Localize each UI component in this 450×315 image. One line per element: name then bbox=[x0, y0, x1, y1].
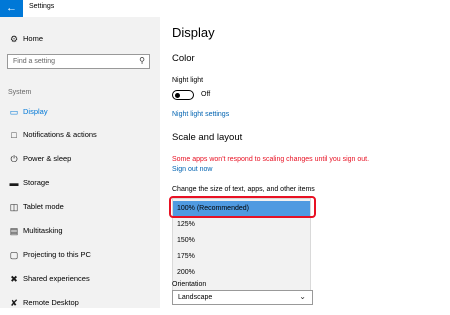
scaling-warning: Some apps won't respond to scaling chang… bbox=[172, 156, 370, 163]
night-light-label: Night light bbox=[172, 77, 204, 84]
back-button[interactable]: ← bbox=[0, 0, 23, 17]
night-light-toggle[interactable] bbox=[172, 90, 194, 100]
title-bar: ← Settings bbox=[0, 0, 450, 17]
toggle-knob bbox=[175, 92, 180, 98]
section-label: System bbox=[8, 89, 32, 96]
sidebar-item-notifications[interactable]: □ Notifications & actions bbox=[0, 125, 160, 147]
remote-icon: ✘ bbox=[10, 298, 18, 308]
sidebar-item-label: Notifications & actions bbox=[23, 130, 97, 139]
sidebar-item-display[interactable]: ▭ Display bbox=[0, 102, 160, 124]
tablet-icon: ◫ bbox=[9, 202, 19, 212]
sidebar-item-home[interactable]: ⚙ Home bbox=[0, 29, 160, 51]
orientation-value: Landscape bbox=[178, 294, 213, 301]
sidebar-item-label: Display bbox=[23, 107, 48, 116]
scale-label: Change the size of text, apps, and other… bbox=[172, 186, 315, 193]
scale-option[interactable]: 150% bbox=[173, 233, 310, 248]
orientation-select[interactable]: Landscape ⌄ bbox=[172, 290, 313, 305]
sign-out-link[interactable]: Sign out now bbox=[172, 166, 212, 173]
scale-option[interactable]: 175% bbox=[173, 249, 310, 264]
gear-icon: ⚙ bbox=[9, 34, 19, 44]
sidebar-item-multitasking[interactable]: ▤ Multitasking bbox=[0, 221, 160, 243]
search-icon: ⚲ bbox=[139, 56, 145, 65]
main-content: Display Color Night light Off Night ligh… bbox=[160, 17, 450, 308]
sidebar-item-label: Tablet mode bbox=[23, 202, 64, 211]
display-icon: ▭ bbox=[9, 107, 19, 117]
window-title: Settings bbox=[29, 3, 55, 10]
sidebar: ⚙ Home Find a setting ⚲ System ▭ Display… bbox=[0, 17, 160, 308]
sidebar-item-label: Multitasking bbox=[23, 226, 63, 235]
sidebar-item-projecting[interactable]: ▢ Projecting to this PC bbox=[0, 245, 160, 267]
search-placeholder: Find a setting bbox=[13, 58, 56, 65]
sidebar-item-power[interactable]: ⏻ Power & sleep bbox=[0, 149, 160, 171]
notifications-icon: □ bbox=[11, 130, 17, 140]
sidebar-item-storage[interactable]: ▬ Storage bbox=[0, 173, 160, 195]
night-light-settings-link[interactable]: Night light settings bbox=[172, 111, 229, 118]
shared-icon: ✖ bbox=[10, 274, 18, 284]
selection-highlight bbox=[169, 196, 316, 218]
sidebar-item-label: Projecting to this PC bbox=[23, 250, 91, 259]
power-icon: ⏻ bbox=[10, 154, 18, 164]
chevron-down-icon: ⌄ bbox=[299, 292, 306, 301]
sidebar-item-tablet[interactable]: ◫ Tablet mode bbox=[0, 197, 160, 219]
scale-option[interactable]: 200% bbox=[173, 265, 310, 280]
scale-heading: Scale and layout bbox=[172, 132, 243, 143]
sidebar-item-label: Shared experiences bbox=[23, 274, 90, 283]
night-light-state: Off bbox=[201, 91, 211, 98]
sidebar-item-label: Power & sleep bbox=[23, 154, 72, 163]
page-title: Display bbox=[172, 25, 215, 40]
sidebar-item-remote[interactable]: ✘ Remote Desktop bbox=[0, 293, 160, 315]
orientation-label: Orientation bbox=[172, 281, 207, 288]
scale-option[interactable]: 125% bbox=[173, 217, 310, 232]
projecting-icon: ▢ bbox=[9, 250, 19, 260]
sidebar-item-label: Storage bbox=[23, 178, 50, 187]
sidebar-item-shared[interactable]: ✖ Shared experiences bbox=[0, 269, 160, 291]
search-input[interactable]: Find a setting ⚲ bbox=[7, 54, 150, 69]
storage-icon: ▬ bbox=[9, 178, 19, 188]
color-heading: Color bbox=[172, 53, 195, 64]
back-arrow-icon: ← bbox=[6, 2, 17, 14]
sidebar-item-label: Home bbox=[23, 34, 44, 43]
multitasking-icon: ▤ bbox=[9, 226, 19, 236]
sidebar-item-label: Remote Desktop bbox=[23, 298, 79, 307]
